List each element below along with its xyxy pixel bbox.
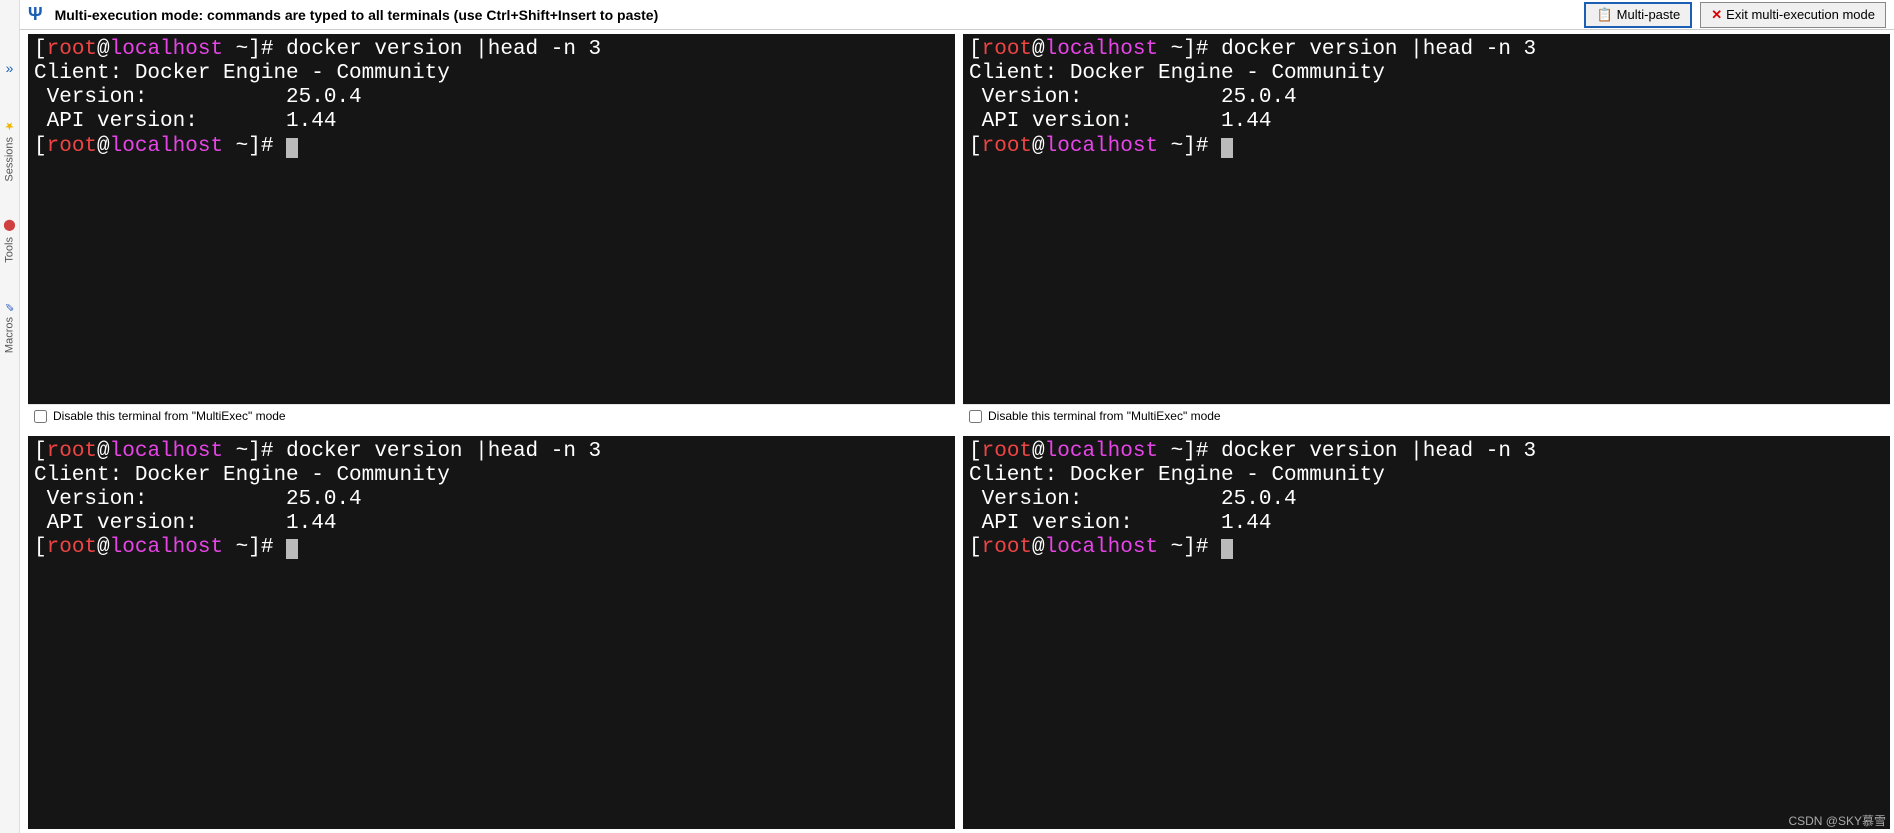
sidebar-label-macros: Macros [4,317,16,353]
sidebar-item-sessions[interactable]: Sessions ★ [3,116,16,186]
main-area: Ψ Multi-execution mode: commands are typ… [20,0,1894,833]
top-bar-title: Multi-execution mode: commands are typed… [55,7,1585,23]
close-icon: ✕ [1711,7,1722,23]
terminal-output-2[interactable]: [root@localhost ~]# docker version |head… [963,34,1890,404]
top-bar: Ψ Multi-execution mode: commands are typ… [20,0,1894,30]
terminal-output-3[interactable]: [root@localhost ~]# docker version |head… [28,436,955,830]
terminals-grid: [root@localhost ~]# docker version |head… [20,30,1894,833]
sidebar-item-macros[interactable]: Macros ✎ [3,296,16,357]
multi-exec-icon: Ψ [28,4,43,25]
terminal-footer-1: Disable this terminal from "MultiExec" m… [28,404,955,428]
disable-terminal-label: Disable this terminal from "MultiExec" m… [53,409,286,423]
cursor-icon [1221,539,1233,559]
cursor-icon [286,539,298,559]
multi-paste-button[interactable]: 📋 Multi-paste [1584,2,1692,28]
tool-icon: ⬤ [3,220,16,233]
terminal-pane-1: [root@localhost ~]# docker version |head… [28,34,955,428]
star-icon: ★ [3,120,16,133]
cursor-icon [286,138,298,158]
terminal-output-1[interactable]: [root@localhost ~]# docker version |head… [28,34,955,404]
sidebar-label-tools: Tools [4,237,16,263]
paste-icon: 📋 [1596,7,1612,23]
terminal-output-4[interactable]: [root@localhost ~]# docker version |head… [963,436,1890,830]
multi-paste-label: Multi-paste [1617,7,1681,22]
expand-sidebar-icon[interactable]: » [6,60,14,76]
disable-terminal-checkbox-2[interactable] [969,410,982,423]
terminal-pane-3: [root@localhost ~]# docker version |head… [28,436,955,830]
exit-multi-exec-button[interactable]: ✕ Exit multi-execution mode [1700,2,1886,28]
sidebar-label-sessions: Sessions [4,137,16,182]
disable-terminal-checkbox-1[interactable] [34,410,47,423]
cursor-icon [1221,138,1233,158]
terminal-pane-4: [root@localhost ~]# docker version |head… [963,436,1890,830]
terminal-pane-2: [root@localhost ~]# docker version |head… [963,34,1890,428]
top-buttons: 📋 Multi-paste ✕ Exit multi-execution mod… [1584,2,1886,28]
left-sidebar: » Sessions ★ Tools ⬤ Macros ✎ [0,0,20,833]
macro-icon: ✎ [3,300,16,313]
sidebar-item-tools[interactable]: Tools ⬤ [3,216,16,267]
terminal-footer-2: Disable this terminal from "MultiExec" m… [963,404,1890,428]
exit-label: Exit multi-execution mode [1726,7,1875,22]
disable-terminal-label: Disable this terminal from "MultiExec" m… [988,409,1221,423]
